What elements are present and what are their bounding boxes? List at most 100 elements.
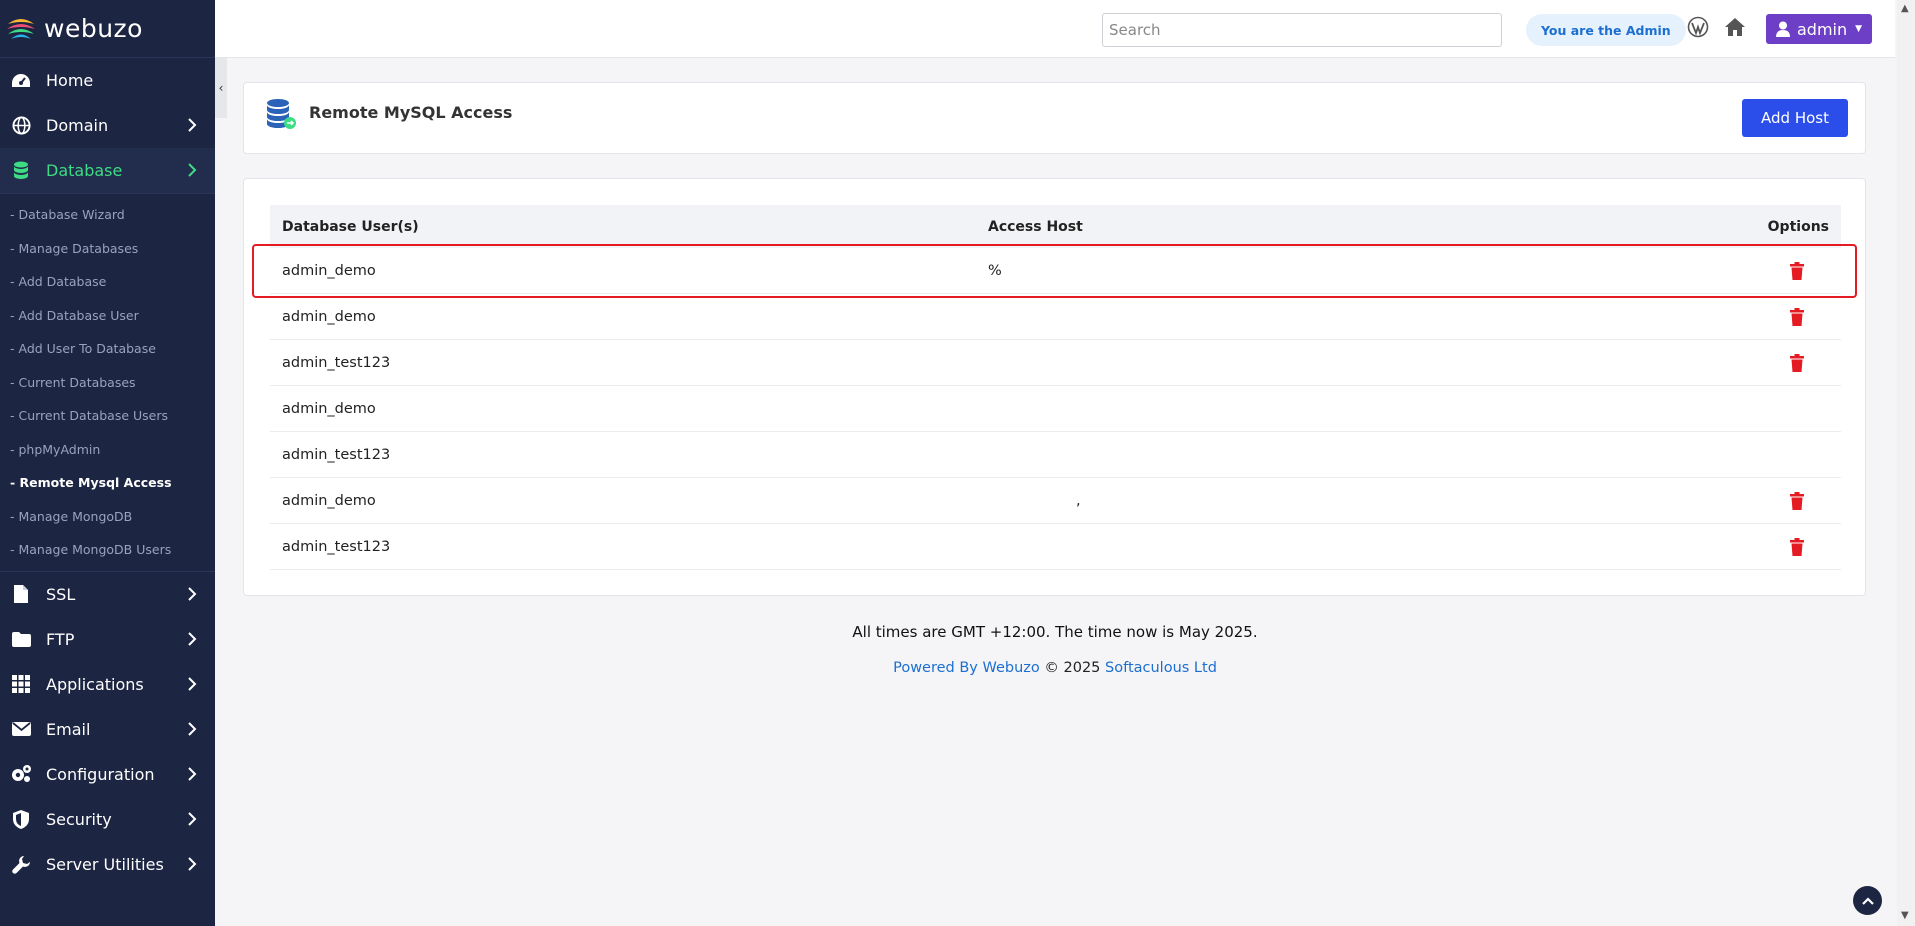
sidebar-item-home[interactable]: Home bbox=[0, 58, 215, 103]
wrench-icon bbox=[10, 853, 32, 875]
globe-icon bbox=[10, 115, 32, 137]
cell-user: admin_test123 bbox=[282, 447, 391, 463]
table-row: admin_test123 bbox=[270, 340, 1841, 386]
chevron-right-icon bbox=[188, 676, 197, 691]
sidebar-item-security[interactable]: Security bbox=[0, 797, 215, 842]
cell-user: admin_demo bbox=[282, 263, 376, 279]
trash-icon[interactable] bbox=[1789, 354, 1805, 372]
chevron-left-icon: ‹ bbox=[218, 81, 224, 95]
submenu-manage-databases[interactable]: - Manage Databases bbox=[0, 232, 215, 266]
submenu-add-database[interactable]: - Add Database bbox=[0, 265, 215, 299]
cell-host: % bbox=[988, 263, 1002, 279]
submenu-add-user-to-database[interactable]: - Add User To Database bbox=[0, 332, 215, 366]
footer-powered: Powered By Webuzo © 2025 Softaculous Ltd bbox=[0, 660, 1915, 676]
submenu-current-database-users[interactable]: - Current Database Users bbox=[0, 399, 215, 433]
shield-icon bbox=[10, 808, 32, 830]
admin-badge: You are the Admin bbox=[1526, 14, 1686, 46]
chevron-right-icon bbox=[188, 118, 197, 132]
table-row: admin_test123 bbox=[270, 432, 1841, 478]
submenu-remote-mysql-access[interactable]: - Remote Mysql Access bbox=[0, 466, 215, 500]
remote-access-table: Database User(s) Access Host Options adm… bbox=[270, 205, 1841, 570]
sidebar-item-configuration[interactable]: Configuration bbox=[0, 752, 215, 797]
cell-host: , bbox=[1076, 493, 1081, 509]
database-submenu: - Database Wizard - Manage Databases - A… bbox=[0, 193, 215, 572]
database-access-icon bbox=[267, 99, 296, 129]
submenu-current-databases[interactable]: - Current Databases bbox=[0, 366, 215, 400]
sidebar-item-ssl[interactable]: SSL bbox=[0, 572, 215, 617]
trash-icon[interactable] bbox=[1789, 538, 1805, 556]
powered-by-link[interactable]: Powered By Webuzo bbox=[893, 660, 1040, 676]
chevron-right-icon bbox=[188, 721, 197, 736]
submenu-add-database-user[interactable]: - Add Database User bbox=[0, 299, 215, 333]
sidebar-item-email[interactable]: Email bbox=[0, 707, 215, 752]
table-header: Database User(s) Access Host Options bbox=[270, 205, 1841, 248]
database-icon bbox=[10, 160, 32, 182]
column-header-user: Database User(s) bbox=[282, 219, 419, 235]
chevron-up-icon bbox=[1861, 896, 1874, 905]
sidebar-collapse-toggle[interactable]: ‹ bbox=[215, 58, 227, 118]
user-menu-button[interactable]: admin ▼ bbox=[1766, 14, 1873, 44]
add-host-button[interactable]: Add Host bbox=[1742, 99, 1848, 137]
sidebar-item-label: Domain bbox=[46, 116, 109, 135]
page-title: Remote MySQL Access bbox=[309, 103, 513, 122]
sidebar-item-label: Applications bbox=[46, 674, 144, 694]
company-link[interactable]: Softaculous Ltd bbox=[1105, 660, 1217, 676]
footer-time: All times are GMT +12:00. The time now i… bbox=[852, 623, 1258, 641]
search-input[interactable] bbox=[1102, 13, 1502, 47]
sidebar-item-label: Server Utilities bbox=[46, 854, 164, 874]
page-header-card: Remote MySQL Access Add Host bbox=[243, 82, 1866, 154]
cell-user: admin_demo bbox=[282, 493, 376, 509]
home-icon[interactable] bbox=[1724, 16, 1746, 38]
submenu-manage-mongodb[interactable]: - Manage MongoDB bbox=[0, 500, 215, 534]
trash-icon[interactable] bbox=[1789, 262, 1805, 280]
column-header-host: Access Host bbox=[988, 219, 1083, 235]
scroll-to-top-button[interactable] bbox=[1853, 886, 1882, 915]
gears-icon bbox=[10, 763, 32, 785]
brand-name: webuzo bbox=[44, 14, 143, 43]
grid-icon bbox=[10, 673, 32, 695]
chevron-right-icon bbox=[188, 586, 197, 601]
chevron-right-icon bbox=[188, 163, 197, 177]
sidebar-item-label: Home bbox=[46, 71, 94, 90]
brand[interactable]: webuzo bbox=[0, 0, 215, 58]
sidebar-item-server-utilities[interactable]: Server Utilities bbox=[0, 842, 215, 887]
page-scrollbar[interactable]: ▲ ▼ bbox=[1897, 0, 1915, 926]
submenu-database-wizard[interactable]: - Database Wizard bbox=[0, 198, 215, 232]
table-row: admin_demo , bbox=[270, 478, 1841, 524]
submenu-phpmyadmin[interactable]: - phpMyAdmin bbox=[0, 433, 215, 467]
cell-user: admin_demo bbox=[282, 401, 376, 417]
user-name: admin bbox=[1797, 19, 1848, 39]
sidebar-item-label: Email bbox=[46, 719, 91, 739]
table-card: Database User(s) Access Host Options adm… bbox=[243, 178, 1866, 596]
cell-user: admin_demo bbox=[282, 309, 376, 325]
cell-user: admin_test123 bbox=[282, 539, 391, 555]
trash-icon[interactable] bbox=[1789, 308, 1805, 326]
chevron-right-icon bbox=[188, 811, 197, 826]
sidebar-item-label: SSL bbox=[46, 584, 76, 604]
webuzo-logo-icon bbox=[6, 13, 36, 44]
sidebar: webuzo Home Domain Database - Database W… bbox=[0, 0, 215, 926]
dashboard-icon bbox=[10, 70, 32, 92]
sidebar-item-domain[interactable]: Domain bbox=[0, 103, 215, 148]
table-row: admin_demo bbox=[270, 386, 1841, 432]
submenu-manage-mongodb-users[interactable]: - Manage MongoDB Users bbox=[0, 533, 215, 567]
table-row: admin_demo bbox=[270, 294, 1841, 340]
scroll-down-arrow-icon[interactable]: ▼ bbox=[1901, 910, 1909, 921]
sidebar-item-label: Database bbox=[46, 161, 123, 180]
column-header-options: Options bbox=[1767, 219, 1829, 235]
table-row: admin_demo % bbox=[270, 248, 1841, 294]
file-icon bbox=[10, 583, 32, 605]
sidebar-item-label: Security bbox=[46, 809, 112, 829]
trash-icon[interactable] bbox=[1789, 492, 1805, 510]
topbar: You are the Admin admin ▼ bbox=[215, 0, 1895, 58]
envelope-icon bbox=[10, 718, 32, 740]
scroll-up-arrow-icon[interactable]: ▲ bbox=[1901, 3, 1909, 14]
cell-user: admin_test123 bbox=[282, 355, 391, 371]
sidebar-item-database[interactable]: Database bbox=[0, 148, 215, 193]
copyright-text: © 2025 bbox=[1039, 660, 1106, 676]
user-icon bbox=[1776, 21, 1790, 37]
wordpress-icon[interactable] bbox=[1687, 16, 1709, 38]
chevron-right-icon bbox=[188, 766, 197, 781]
caret-down-icon: ▼ bbox=[1855, 24, 1863, 34]
chevron-right-icon bbox=[188, 856, 197, 871]
